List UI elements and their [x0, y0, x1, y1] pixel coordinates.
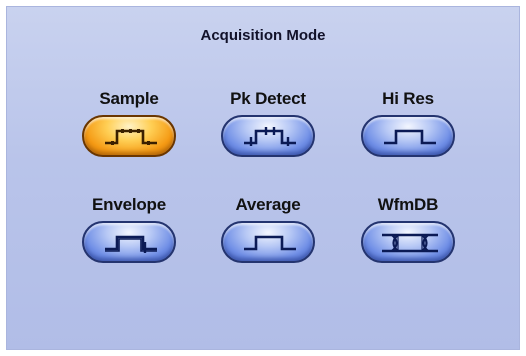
- peak-detect-waveform-icon: [244, 127, 296, 146]
- mode-label-pk-detect: Pk Detect: [230, 89, 306, 108]
- hi-res-button[interactable]: [361, 115, 455, 157]
- mode-label-sample: Sample: [99, 89, 159, 108]
- panel-title: Acquisition Mode: [200, 27, 326, 44]
- mode-label-envelope: Envelope: [92, 195, 166, 214]
- acquisition-mode-panel: Acquisition Mode Sample Pk Detect Hi Res…: [6, 6, 520, 350]
- mode-wfmdb: WfmDB: [353, 195, 463, 275]
- mode-average: Average: [213, 195, 323, 275]
- sample-button[interactable]: [82, 115, 176, 157]
- pk-detect-button[interactable]: [221, 115, 315, 157]
- mode-hi-res: Hi Res: [353, 89, 463, 169]
- sample-waveform-icon: [105, 129, 157, 145]
- hi-res-waveform-icon: [384, 129, 436, 145]
- mode-label-wfmdb: WfmDB: [377, 195, 439, 214]
- average-button[interactable]: [221, 221, 315, 263]
- envelope-waveform-icon: [105, 235, 157, 253]
- wfmdb-waveform-icon: [382, 233, 438, 253]
- wfmdb-button[interactable]: [361, 221, 455, 263]
- mode-envelope: Envelope: [74, 195, 184, 275]
- mode-label-average: Average: [235, 195, 301, 214]
- envelope-button[interactable]: [82, 221, 176, 263]
- mode-label-hi-res: Hi Res: [382, 89, 434, 108]
- average-waveform-icon: [244, 235, 296, 251]
- mode-sample: Sample: [74, 89, 184, 169]
- mode-pk-detect: Pk Detect: [213, 89, 323, 169]
